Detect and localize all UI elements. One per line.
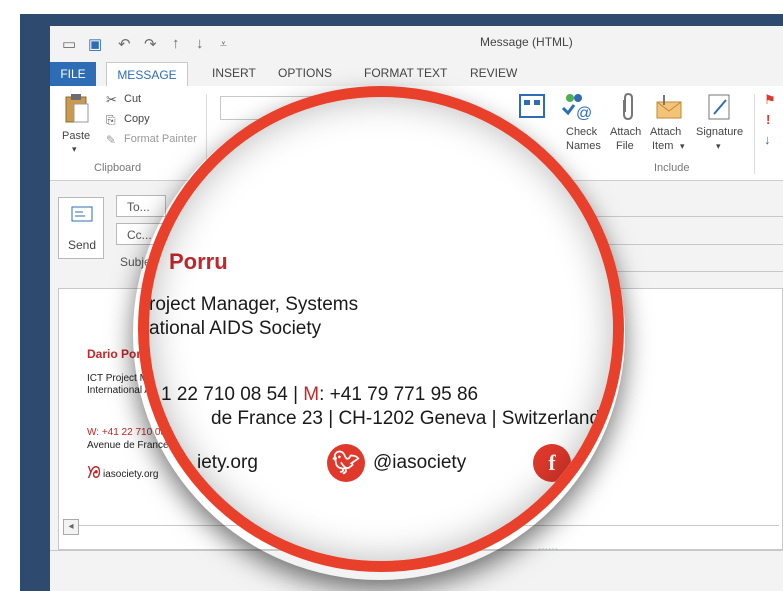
attach-file-label-2[interactable]: File	[616, 140, 634, 152]
follow-up-flag-icon[interactable]: ⚑	[764, 92, 776, 108]
attach-file-label-1[interactable]: Attach	[610, 126, 641, 138]
signature-label[interactable]: Signature	[696, 126, 743, 138]
paste-button[interactable]: Paste	[62, 130, 90, 142]
scissors-icon: ✂	[106, 92, 117, 107]
title-bar: ▭ ▣ ↶ ↷ ↑ ↓ ⩡ Message (HTML)	[50, 26, 783, 62]
tab-message[interactable]: MESSAGE	[106, 62, 188, 86]
arrow-down-icon[interactable]: ↓	[196, 35, 204, 52]
envelope-attach-icon[interactable]	[654, 92, 684, 122]
high-importance-icon[interactable]: !	[766, 112, 770, 127]
save-icon[interactable]: ▣	[88, 35, 102, 53]
low-importance-icon[interactable]: ↓	[764, 132, 771, 147]
signature-dropdown-icon[interactable]: ▾	[716, 141, 721, 152]
copy-button[interactable]: Copy	[124, 113, 150, 125]
signature-icon[interactable]	[706, 92, 734, 122]
paste-icon[interactable]	[64, 92, 90, 124]
paste-dropdown-icon[interactable]: ▾	[72, 144, 77, 155]
ribbon-tabs: FILE MESSAGE INSERT OPTIONS FORMAT TEXT …	[50, 62, 783, 86]
tab-insert[interactable]: INSERT	[212, 66, 256, 80]
send-button[interactable]: Send	[58, 197, 104, 259]
attach-item-label-1[interactable]: Attach	[650, 126, 681, 138]
redo-icon[interactable]: ↷	[144, 35, 157, 53]
copy-icon: ⎘	[106, 113, 116, 127]
scroll-left-icon[interactable]: ◂	[63, 519, 79, 535]
arrow-up-icon[interactable]: ↑	[172, 35, 180, 52]
lens-shading	[149, 97, 613, 561]
cut-button[interactable]: Cut	[124, 93, 141, 105]
clipboard-group-label: Clipboard	[94, 162, 142, 174]
send-icon	[71, 206, 93, 222]
tab-review[interactable]: REVIEW	[470, 66, 517, 80]
undo-icon[interactable]: ↶	[118, 35, 131, 53]
customize-qat-icon[interactable]: ⩡	[220, 37, 227, 52]
window-title: Message (HTML)	[480, 35, 573, 49]
attach-item-label-2[interactable]: Item	[652, 140, 673, 152]
attach-item-dropdown-icon[interactable]: ▾	[680, 141, 685, 152]
magnifier-lens: Porru roject Manager, Systems ational AI…	[138, 86, 624, 572]
tab-file[interactable]: FILE	[50, 62, 96, 86]
format-painter-icon: ✎	[106, 133, 117, 147]
tab-format-text[interactable]: FORMAT TEXT	[364, 66, 447, 80]
include-group-label: Include	[654, 162, 690, 174]
zoom-facebook[interactable]: /ia	[577, 452, 597, 474]
group-divider	[754, 94, 755, 174]
tab-options[interactable]: OPTIONS	[278, 66, 332, 80]
red-ribbon-icon: ᘠ	[87, 465, 101, 482]
paperclip-icon[interactable]	[618, 92, 638, 122]
mail-icon[interactable]: ▭	[62, 35, 76, 53]
